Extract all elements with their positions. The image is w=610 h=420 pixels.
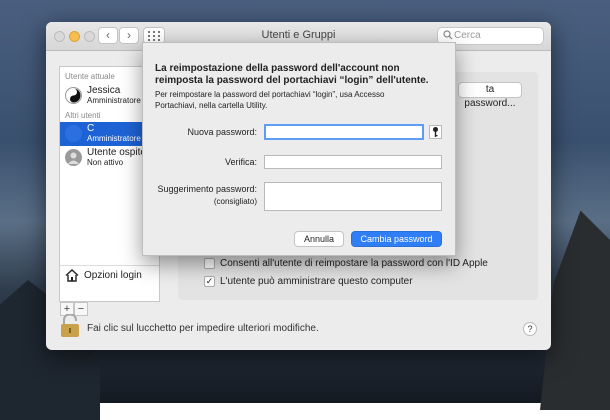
zoom-button[interactable] (84, 31, 95, 42)
lock-message: Fai clic sul lucchetto per impedire ulte… (87, 323, 319, 334)
verify-label: Verifica: (224, 157, 257, 167)
user-avatar (65, 125, 82, 142)
other-users-header: Altri utenti (65, 111, 101, 120)
new-password-field[interactable] (264, 124, 424, 140)
verify-field[interactable] (264, 155, 442, 169)
grid-icon (148, 31, 160, 41)
user-role: Amministratore (87, 134, 141, 143)
hint-sublabel: (consigliato) (213, 197, 257, 206)
user-name: Utente ospite (87, 147, 146, 158)
reset-appleid-checkbox[interactable] (204, 258, 215, 269)
password-assistant-button[interactable] (429, 125, 442, 139)
sheet-description: Per reimpostare la password del portachi… (155, 90, 385, 110)
back-button[interactable]: ‹ (98, 27, 118, 44)
user-role: Amministratore (87, 96, 141, 105)
allow-admin-checkbox[interactable]: ✓ (204, 276, 215, 287)
close-button[interactable] (54, 31, 65, 42)
new-password-label: Nuova password: (187, 127, 257, 137)
sheet-title: La reimpostazione della password dell'ac… (155, 63, 429, 86)
lock-icon[interactable] (60, 314, 80, 338)
login-options-row[interactable]: Opzioni login (60, 265, 159, 286)
hint-field[interactable] (264, 182, 442, 211)
cancel-button[interactable]: Annulla (294, 231, 344, 247)
forward-button[interactable]: › (119, 27, 139, 44)
reset-appleid-label: Consenti all'utente di reimpostare la pa… (220, 258, 488, 269)
user-name: C (87, 123, 95, 134)
minimize-button[interactable] (69, 31, 80, 42)
user-name: Jessica (87, 85, 121, 96)
search-icon (443, 30, 453, 40)
help-button[interactable]: ? (523, 322, 537, 336)
reset-password-button[interactable]: ta password... (458, 82, 522, 109)
user-role: Non attivo (87, 158, 124, 167)
hint-label: Suggerimento password: (157, 184, 257, 194)
change-password-sheet: La reimpostazione della password dell'ac… (142, 42, 456, 256)
guest-avatar-icon (65, 149, 82, 166)
yin-yang-avatar-icon (65, 87, 82, 104)
allow-admin-label: L'utente può amministrare questo compute… (220, 276, 413, 287)
change-password-button[interactable]: Cambia password (351, 231, 442, 247)
current-user-header: Utente attuale (65, 72, 115, 81)
key-icon (433, 127, 438, 137)
search-placeholder: Cerca (454, 30, 481, 41)
house-icon (65, 269, 79, 282)
lock-bar: Fai clic sul lucchetto per impedire ulte… (60, 314, 540, 338)
login-options-label: Opzioni login (84, 270, 142, 281)
window-title: Utenti e Gruppi (261, 29, 336, 41)
